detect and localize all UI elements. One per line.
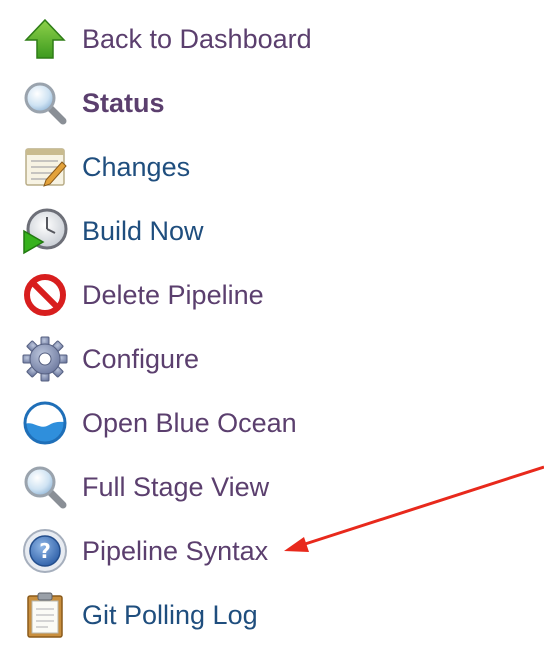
- task-status[interactable]: Status: [20, 77, 165, 129]
- task-label[interactable]: Configure: [82, 343, 199, 375]
- task-label[interactable]: Full Stage View: [82, 471, 269, 503]
- task-label[interactable]: Open Blue Ocean: [82, 407, 297, 439]
- task-label[interactable]: Delete Pipeline: [82, 279, 264, 311]
- blue-ocean-icon: [20, 398, 70, 448]
- task-open-blue-ocean[interactable]: Open Blue Ocean: [20, 397, 297, 449]
- task-delete-pipeline[interactable]: Delete Pipeline: [20, 269, 264, 321]
- no-entry-icon: [20, 270, 70, 320]
- up-arrow-icon: [20, 14, 70, 64]
- task-label[interactable]: Back to Dashboard: [82, 23, 312, 55]
- magnifier-icon: [20, 78, 70, 128]
- task-full-stage-view[interactable]: Full Stage View: [20, 461, 269, 513]
- task-label[interactable]: Changes: [82, 151, 190, 183]
- task-label[interactable]: Status: [82, 87, 165, 119]
- task-git-polling-log[interactable]: Git Polling Log: [20, 589, 258, 641]
- notepad-icon: [20, 142, 70, 192]
- clipboard-icon: [20, 590, 70, 640]
- magnifier-icon: [20, 462, 70, 512]
- task-label[interactable]: Build Now: [82, 215, 204, 247]
- gear-icon: [20, 334, 70, 384]
- task-pipeline-syntax[interactable]: ? Pipeline Syntax: [20, 525, 268, 577]
- task-label[interactable]: Git Polling Log: [82, 599, 258, 631]
- task-back-to-dashboard[interactable]: Back to Dashboard: [20, 13, 312, 65]
- task-build-now[interactable]: Build Now: [20, 205, 204, 257]
- task-configure[interactable]: Configure: [20, 333, 199, 385]
- help-icon: ?: [20, 526, 70, 576]
- clock-play-icon: [20, 206, 70, 256]
- task-label[interactable]: Pipeline Syntax: [82, 535, 268, 567]
- svg-text:?: ?: [39, 539, 51, 563]
- task-changes[interactable]: Changes: [20, 141, 190, 193]
